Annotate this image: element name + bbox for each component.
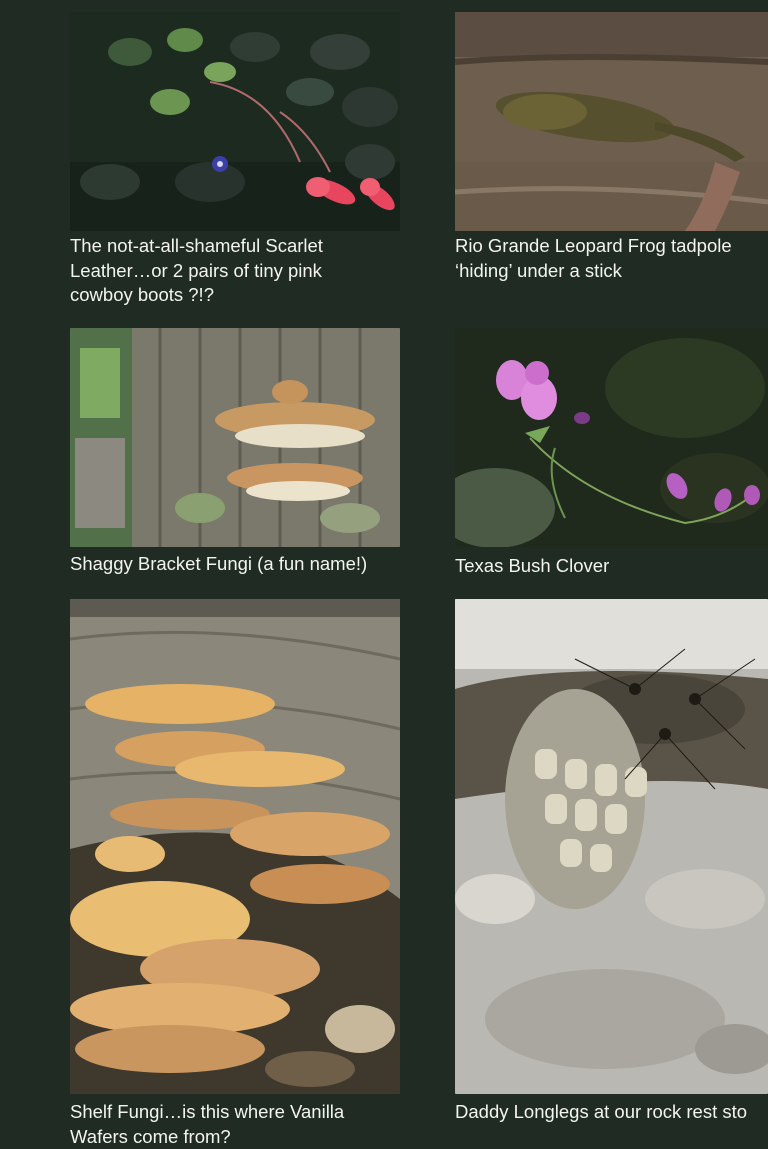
photo-caption: The not-at-all-shameful Scarlet Leather…… (70, 235, 323, 305)
daddy-longlegs-photo[interactable] (455, 599, 768, 1094)
photo-caption: Daddy Longlegs at our rock rest sto (455, 1101, 748, 1122)
scarlet-leatherflower-photo[interactable] (70, 12, 400, 231)
shaggy-bracket-fungi-photo[interactable] (70, 328, 400, 547)
photo-caption: Rio Grande Leopard Frog tadpole ‘hiding’… (455, 235, 732, 281)
shelf-fungi-photo[interactable] (70, 599, 400, 1094)
photo-caption: Shaggy Bracket Fungi (a fun name!) (70, 553, 368, 574)
photo-caption: Shelf Fungi…is this where Vanilla Wafers… (70, 1101, 345, 1147)
texas-bush-clover-photo[interactable] (455, 328, 768, 547)
leopard-frog-tadpole-photo[interactable] (455, 12, 768, 231)
photo-caption: Texas Bush Clover (455, 555, 610, 576)
